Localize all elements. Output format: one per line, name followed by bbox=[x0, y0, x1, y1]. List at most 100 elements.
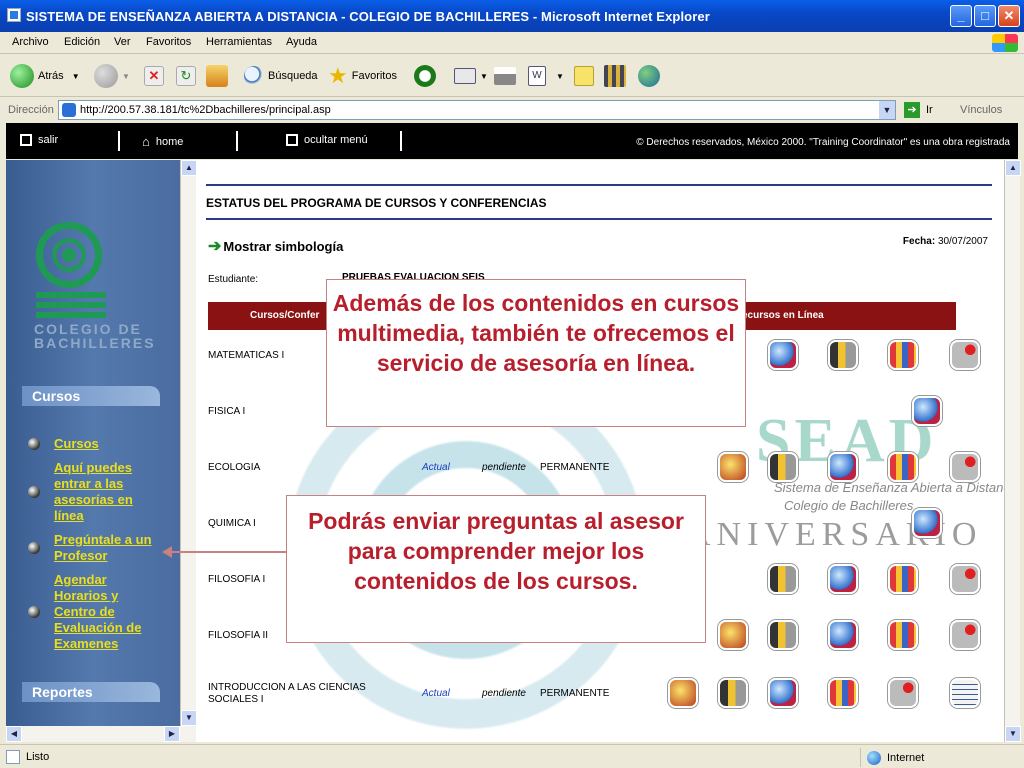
scroll-down-icon[interactable]: ▼ bbox=[1005, 726, 1021, 742]
go-button[interactable]: ➔ Ir bbox=[904, 102, 933, 118]
alert-user-icon[interactable] bbox=[950, 620, 980, 650]
multimedia-cd-icon[interactable] bbox=[828, 620, 858, 650]
tutor-icon[interactable] bbox=[718, 678, 748, 708]
bullet-icon bbox=[28, 438, 40, 450]
search-label: Búsqueda bbox=[268, 70, 318, 82]
section-cursos: Cursos bbox=[22, 386, 160, 406]
books-icon[interactable] bbox=[718, 452, 748, 482]
discuss-button[interactable] bbox=[574, 63, 598, 89]
mail-dropdown-icon[interactable]: ▼ bbox=[480, 72, 488, 81]
course-name[interactable]: INTRODUCCION A LAS CIENCIAS SOCIALES I bbox=[208, 674, 418, 714]
books-icon[interactable] bbox=[718, 620, 748, 650]
tutor-icon[interactable] bbox=[828, 340, 858, 370]
section-reportes[interactable]: Reportes bbox=[22, 682, 160, 702]
forward-button[interactable]: ▼ bbox=[94, 63, 130, 89]
sidebar-item-cursos[interactable]: Cursos bbox=[22, 436, 172, 452]
scroll-up-icon[interactable]: ▲ bbox=[1005, 160, 1021, 176]
divider bbox=[206, 218, 992, 220]
back-label: Atrás bbox=[38, 70, 64, 82]
colegio-logo bbox=[36, 222, 102, 288]
scroll-right-icon[interactable]: ▶ bbox=[164, 726, 180, 742]
sidebar-item-asesorias[interactable]: Aquí puedes entrar a las asesorías en lí… bbox=[22, 460, 142, 524]
print-button[interactable] bbox=[494, 63, 520, 89]
tutor-icon[interactable] bbox=[768, 564, 798, 594]
multimedia-cd-icon[interactable] bbox=[768, 340, 798, 370]
address-dropdown-icon[interactable]: ▼ bbox=[879, 101, 895, 119]
course-state: pendiente bbox=[482, 462, 526, 473]
menu-ayuda[interactable]: Ayuda bbox=[286, 36, 317, 48]
home-label: home bbox=[155, 135, 184, 148]
tutor-icon[interactable] bbox=[768, 452, 798, 482]
students-icon[interactable] bbox=[888, 340, 918, 370]
logo-text: COLEGIO DE BACHILLERES bbox=[34, 321, 156, 351]
sidebar-item-preguntale[interactable]: Pregúntale a un Profesor bbox=[22, 532, 162, 564]
show-symbols-link[interactable]: ➔ Mostrar simbología bbox=[208, 236, 343, 256]
scroll-up-icon[interactable]: ▲ bbox=[181, 160, 197, 176]
search-button[interactable]: Búsqueda bbox=[244, 63, 318, 89]
scroll-left-icon[interactable]: ◀ bbox=[6, 726, 22, 742]
edit-button[interactable]: W ▼ bbox=[528, 63, 564, 89]
edit-dropdown-icon[interactable]: ▼ bbox=[556, 72, 564, 81]
address-input[interactable]: http://200.57.38.181/tc%2Dbachilleres/pr… bbox=[58, 100, 896, 120]
back-dropdown-icon[interactable]: ▼ bbox=[72, 72, 80, 81]
exit-icon bbox=[20, 134, 32, 146]
course-permanence: PERMANENTE bbox=[540, 688, 610, 699]
students-icon[interactable] bbox=[888, 564, 918, 594]
home-link[interactable]: ⌂ home bbox=[142, 134, 183, 149]
separator bbox=[236, 131, 238, 151]
menu-favoritos[interactable]: Favoritos bbox=[146, 36, 191, 48]
history-button[interactable] bbox=[414, 63, 440, 89]
messenger-button[interactable] bbox=[638, 63, 664, 89]
resource-icons bbox=[668, 678, 998, 712]
back-button[interactable]: Atrás ▼ bbox=[10, 63, 80, 89]
menu-herramientas[interactable]: Herramientas bbox=[206, 36, 272, 48]
multimedia-cd-icon[interactable] bbox=[912, 396, 942, 426]
multimedia-cd-icon[interactable] bbox=[828, 564, 858, 594]
multimedia-cd-icon[interactable] bbox=[768, 678, 798, 708]
sidebar-horizontal-scrollbar[interactable]: ◀ ▶ bbox=[6, 726, 196, 742]
course-name[interactable]: ECOLOGIA bbox=[208, 448, 418, 488]
sidebar-item-label: Agendar Horarios y Centro de Evaluación … bbox=[54, 572, 142, 651]
house-icon: ⌂ bbox=[142, 134, 150, 149]
bullet-icon bbox=[28, 486, 40, 498]
resource-icons bbox=[668, 452, 998, 486]
address-url[interactable]: http://200.57.38.181/tc%2Dbachilleres/pr… bbox=[80, 104, 331, 116]
refresh-button[interactable]: ↻ bbox=[176, 63, 200, 89]
stop-button[interactable]: ✕ bbox=[144, 63, 168, 89]
scroll-down-icon[interactable]: ▼ bbox=[181, 710, 197, 726]
tutor-icon[interactable] bbox=[768, 620, 798, 650]
minimize-button[interactable]: _ bbox=[950, 5, 972, 27]
alert-user-icon[interactable] bbox=[950, 564, 980, 594]
salir-link[interactable]: salir bbox=[20, 134, 58, 146]
students-icon[interactable] bbox=[828, 678, 858, 708]
resource-icons bbox=[668, 620, 998, 654]
content-scrollbar[interactable]: ▲ ▼ bbox=[1004, 160, 1021, 742]
alert-user-icon[interactable] bbox=[888, 678, 918, 708]
favorites-label: Favoritos bbox=[351, 70, 397, 82]
students-icon[interactable] bbox=[888, 620, 918, 650]
alert-user-icon[interactable] bbox=[950, 340, 980, 370]
menu-edicion[interactable]: Edición bbox=[64, 36, 100, 48]
favorites-button[interactable]: ★ Favoritos bbox=[328, 63, 397, 89]
links-button[interactable]: Vínculos bbox=[960, 104, 1002, 116]
sidebar-item-agendar[interactable]: Agendar Horarios y Centro de Evaluación … bbox=[22, 572, 142, 652]
resource-icons bbox=[668, 508, 998, 542]
students-icon[interactable] bbox=[888, 452, 918, 482]
menu-ver[interactable]: Ver bbox=[114, 36, 131, 48]
back-arrow-icon bbox=[10, 64, 34, 88]
mail-button[interactable]: ▼ bbox=[454, 63, 488, 89]
menu-archivo[interactable]: Archivo bbox=[12, 36, 49, 48]
sidebar-scrollbar[interactable]: ▲ ▼ bbox=[180, 160, 197, 726]
ocultar-menu-link[interactable]: ocultar menú bbox=[286, 134, 368, 146]
home-button[interactable] bbox=[206, 63, 232, 89]
close-button[interactable]: ✕ bbox=[998, 5, 1020, 27]
calendar-icon[interactable] bbox=[950, 678, 980, 708]
alert-user-icon[interactable] bbox=[950, 452, 980, 482]
callout-pointer-arrow bbox=[162, 546, 286, 558]
multimedia-cd-icon[interactable] bbox=[828, 452, 858, 482]
research-button[interactable] bbox=[604, 63, 630, 89]
multimedia-cd-icon[interactable] bbox=[912, 508, 942, 538]
books-icon[interactable] bbox=[668, 678, 698, 708]
maximize-button[interactable]: □ bbox=[974, 5, 996, 27]
site-top-bar: salir ⌂ home ocultar menú © Derechos rese… bbox=[6, 123, 1018, 159]
